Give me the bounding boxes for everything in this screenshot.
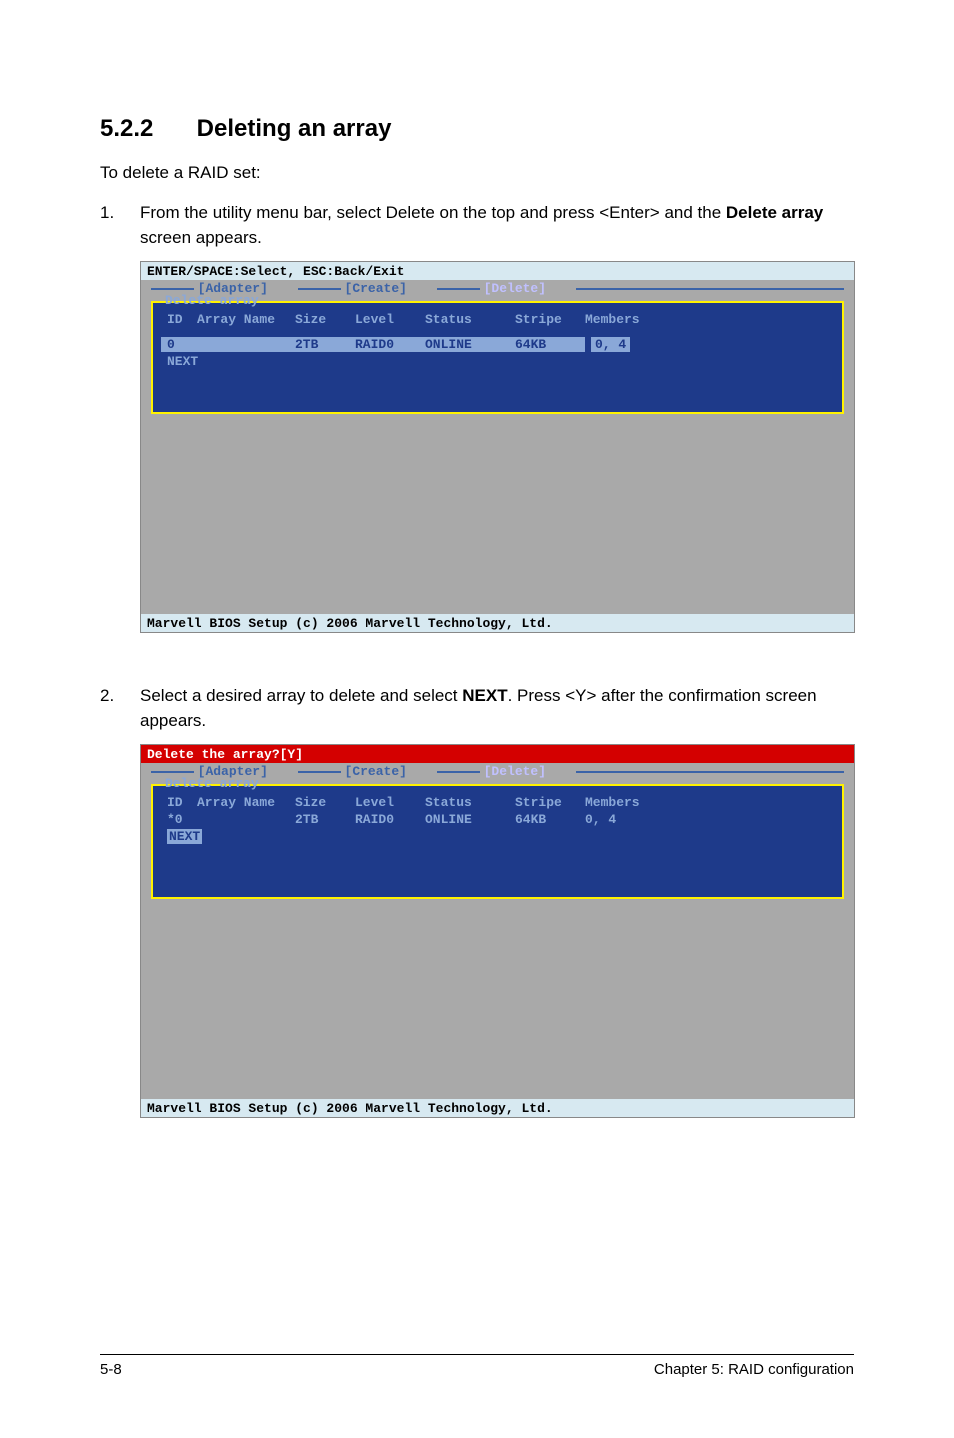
spacer bbox=[161, 845, 834, 891]
col-id: ID bbox=[167, 312, 197, 327]
bios-footer: Marvell BIOS Setup (c) 2006 Marvell Tech… bbox=[141, 1099, 854, 1117]
tab-line bbox=[576, 771, 844, 773]
step-bold: NEXT bbox=[462, 686, 507, 705]
col-size: Size bbox=[295, 795, 355, 810]
col-status: Status bbox=[425, 312, 515, 327]
step-text-before: Select a desired array to delete and sel… bbox=[140, 686, 462, 705]
cell-members: 0, 4 bbox=[585, 812, 685, 827]
tab-line bbox=[298, 771, 343, 773]
step-number: 1. bbox=[100, 200, 140, 251]
section-number: 5.2.2 bbox=[100, 115, 190, 143]
bios-hint-bar: ENTER/SPACE:Select, ESC:Back/Exit bbox=[141, 262, 854, 280]
cell-status: ONLINE bbox=[425, 337, 515, 352]
tab-line bbox=[298, 288, 343, 290]
bios-lower-area bbox=[141, 909, 854, 1099]
bios-screenshot-1: ENTER/SPACE:Select, ESC:Back/Exit [Adapt… bbox=[140, 261, 855, 633]
cell-name bbox=[197, 337, 295, 352]
next-label-highlighted: NEXT bbox=[167, 829, 202, 844]
col-name: Array Name bbox=[197, 795, 295, 810]
delete-array-box: Delete array ID Array Name Size Level St… bbox=[151, 301, 844, 414]
box-title: Delete array bbox=[163, 293, 261, 308]
cell-id: *0 bbox=[167, 812, 197, 827]
col-level: Level bbox=[355, 795, 425, 810]
cell-id: 0 bbox=[167, 337, 197, 352]
col-status: Status bbox=[425, 795, 515, 810]
next-row[interactable]: NEXT bbox=[161, 353, 834, 370]
cell-status: ONLINE bbox=[425, 812, 515, 827]
delete-array-box: Delete array ID Array Name Size Level St… bbox=[151, 784, 844, 899]
bios-mid: Delete array ID Array Name Size Level St… bbox=[141, 781, 854, 909]
page-footer: 5-8 Chapter 5: RAID configuration bbox=[100, 1354, 854, 1378]
cell-level: RAID0 bbox=[355, 337, 425, 352]
tab-delete[interactable]: [Delete] bbox=[480, 764, 550, 779]
col-members: Members bbox=[585, 795, 685, 810]
next-label: NEXT bbox=[167, 354, 198, 369]
step-body: Select a desired array to delete and sel… bbox=[140, 683, 854, 734]
tab-line bbox=[437, 288, 482, 290]
tab-create[interactable]: [Create] bbox=[341, 281, 411, 296]
cell-size: 2TB bbox=[295, 337, 355, 352]
section-heading: 5.2.2 Deleting an array bbox=[100, 115, 854, 143]
step-bold: Delete array bbox=[726, 203, 823, 222]
tab-line bbox=[151, 288, 196, 290]
tab-create[interactable]: [Create] bbox=[341, 764, 411, 779]
tab-line bbox=[151, 771, 196, 773]
step-body: From the utility menu bar, select Delete… bbox=[140, 200, 854, 251]
step-2: 2. Select a desired array to delete and … bbox=[100, 683, 854, 734]
cell-stripe: 64KB bbox=[515, 812, 585, 827]
cell-stripe: 64KB bbox=[515, 337, 585, 352]
col-stripe: Stripe bbox=[515, 312, 585, 327]
box-title: Delete array bbox=[163, 776, 261, 791]
chapter-label: Chapter 5: RAID configuration bbox=[654, 1361, 854, 1378]
tab-line bbox=[437, 771, 482, 773]
cell-size: 2TB bbox=[295, 812, 355, 827]
cell-name bbox=[197, 812, 295, 827]
tab-line bbox=[576, 288, 844, 290]
spacer bbox=[161, 328, 834, 336]
cell-level: RAID0 bbox=[355, 812, 425, 827]
next-row[interactable]: NEXT bbox=[161, 828, 834, 845]
bios-confirm-bar: Delete the array?[Y] bbox=[141, 745, 854, 763]
bios-screenshot-2: Delete the array?[Y] [Adapter] [Create] … bbox=[140, 744, 855, 1118]
table-header-row: ID Array Name Size Level Status Stripe M… bbox=[161, 794, 834, 811]
col-stripe: Stripe bbox=[515, 795, 585, 810]
page-number: 5-8 bbox=[100, 1361, 122, 1378]
table-header-row: ID Array Name Size Level Status Stripe M… bbox=[161, 311, 834, 328]
intro-text: To delete a RAID set: bbox=[100, 161, 854, 186]
col-name: Array Name bbox=[197, 312, 295, 327]
step-text-before: From the utility menu bar, select Delete… bbox=[140, 203, 726, 222]
col-members: Members bbox=[585, 312, 685, 327]
section-title: Deleting an array bbox=[197, 115, 392, 142]
spacer bbox=[161, 370, 834, 406]
table-row[interactable]: *0 2TB RAID0 ONLINE 64KB 0, 4 bbox=[161, 811, 834, 828]
col-size: Size bbox=[295, 312, 355, 327]
tab-delete[interactable]: [Delete] bbox=[480, 281, 550, 296]
bios-lower-area bbox=[141, 424, 854, 614]
bios-mid: Delete array ID Array Name Size Level St… bbox=[141, 298, 854, 424]
bios-footer: Marvell BIOS Setup (c) 2006 Marvell Tech… bbox=[141, 614, 854, 632]
cell-members: 0, 4 bbox=[591, 337, 630, 352]
table-row[interactable]: 0 2TB RAID0 ONLINE 64KB 0, 4 bbox=[161, 336, 834, 353]
col-id: ID bbox=[167, 795, 197, 810]
step-number: 2. bbox=[100, 683, 140, 734]
step-text-after: screen appears. bbox=[140, 228, 262, 247]
col-level: Level bbox=[355, 312, 425, 327]
step-1: 1. From the utility menu bar, select Del… bbox=[100, 200, 854, 251]
